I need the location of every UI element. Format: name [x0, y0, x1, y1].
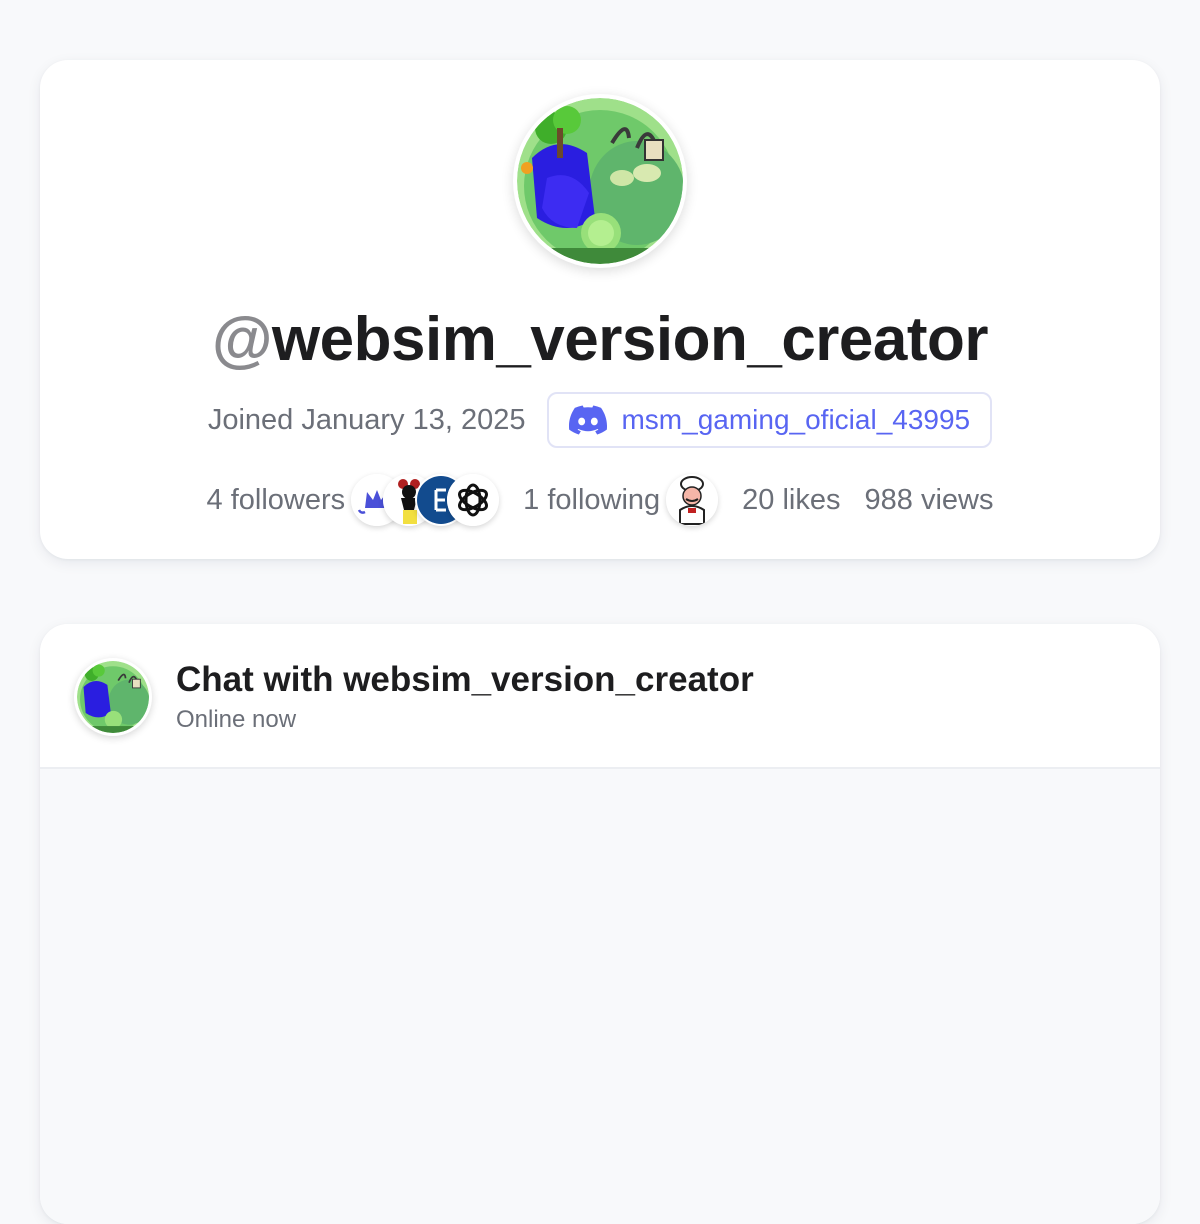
following-count[interactable]: 1 following — [523, 484, 660, 517]
chef-avatar-icon — [666, 474, 719, 526]
followers-avatar-stack[interactable] — [351, 474, 500, 526]
profile-stats-row: 4 followers 1 following 20 likes 988 vie… — [40, 472, 1160, 528]
profile-username: @websim_version_creator — [40, 304, 1160, 375]
profile-card: @websim_version_creator Joined January 1… — [40, 60, 1160, 559]
followers-count[interactable]: 4 followers — [207, 484, 346, 517]
following-avatar-1[interactable] — [666, 474, 719, 526]
discord-handle: msm_gaming_oficial_43995 — [621, 404, 971, 435]
chat-title: Chat with websim_version_creator — [176, 660, 754, 699]
chat-card: Chat with websim_version_creator Online … — [40, 624, 1160, 1224]
views-count: 988 views — [864, 483, 994, 516]
chat-messages-area[interactable] — [40, 769, 1160, 1224]
discord-icon — [569, 405, 608, 435]
profile-avatar[interactable] — [513, 94, 687, 268]
chat-status: Online now — [176, 706, 297, 733]
joined-date: Joined January 13, 2025 — [207, 403, 526, 436]
chat-avatar[interactable] — [74, 658, 152, 736]
planet-island-avatar-icon — [77, 661, 149, 733]
username-text: websim_version_creator — [271, 305, 989, 374]
discord-link[interactable]: msm_gaming_oficial_43995 — [547, 392, 993, 448]
profile-meta-row: Joined January 13, 2025 msm_gaming_ofici… — [40, 392, 1160, 448]
follower-avatar-4[interactable] — [447, 474, 500, 526]
chat-header: Chat with websim_version_creator Online … — [40, 624, 1160, 769]
username-at-symbol: @ — [211, 305, 272, 374]
following-avatar-stack[interactable] — [666, 474, 719, 526]
openai-logo-avatar-icon — [447, 474, 500, 526]
likes-count: 20 likes — [742, 483, 841, 516]
planet-island-avatar-icon — [517, 98, 683, 264]
